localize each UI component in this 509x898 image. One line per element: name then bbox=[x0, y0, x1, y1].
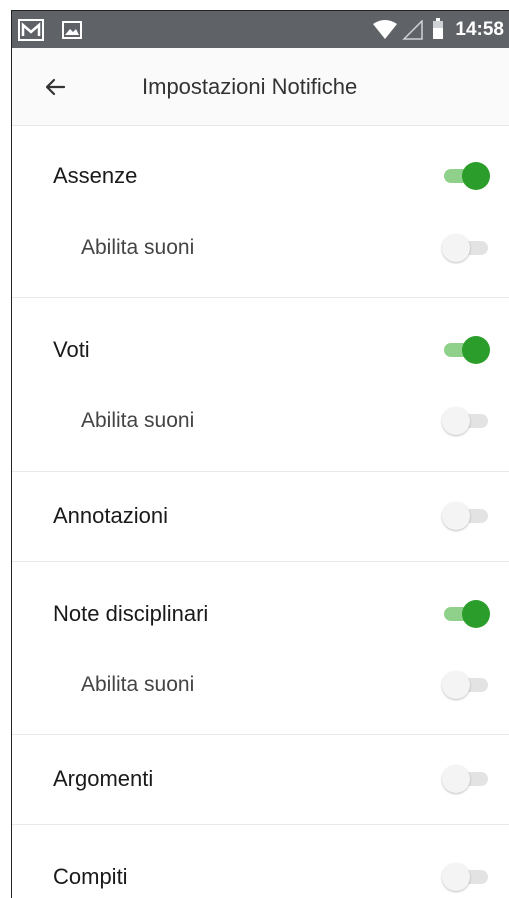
section-note-disciplinari: Note disciplinari Abilita suoni bbox=[12, 562, 509, 735]
toggle-knob bbox=[442, 765, 470, 793]
wifi-icon bbox=[372, 20, 398, 45]
image-icon bbox=[62, 21, 82, 44]
toggle-knob bbox=[442, 407, 470, 435]
setting-row-note-disciplinari-suoni: Abilita suoni bbox=[12, 649, 509, 721]
setting-row-compiti: Compiti bbox=[12, 841, 509, 898]
section-argomenti: Argomenti bbox=[12, 735, 509, 825]
setting-label: Note disciplinari bbox=[53, 601, 209, 626]
toggle-argomenti[interactable] bbox=[442, 763, 490, 795]
toggle-assenze[interactable] bbox=[442, 160, 490, 192]
toggle-voti[interactable] bbox=[442, 334, 490, 366]
setting-label: Abilita suoni bbox=[81, 409, 195, 432]
toggle-knob bbox=[442, 502, 470, 530]
toggle-knob bbox=[462, 600, 490, 628]
setting-row-voti: Voti bbox=[12, 314, 509, 386]
section-compiti: Compiti bbox=[12, 825, 509, 898]
setting-label: Annotazioni bbox=[53, 503, 168, 528]
settings-list: Assenze Abilita suoni Voti Abilita suoni… bbox=[12, 126, 509, 898]
setting-label: Voti bbox=[53, 337, 90, 362]
signal-icon bbox=[402, 19, 424, 45]
setting-row-argomenti: Argomenti bbox=[12, 743, 509, 815]
setting-row-note-disciplinari: Note disciplinari bbox=[12, 578, 509, 650]
toggle-knob bbox=[462, 336, 490, 364]
toggle-knob bbox=[442, 863, 470, 891]
toggle-assenze-suoni[interactable] bbox=[442, 232, 490, 264]
toggle-annotazioni[interactable] bbox=[442, 500, 490, 532]
toggle-knob bbox=[462, 162, 490, 190]
toggle-compiti[interactable] bbox=[442, 861, 490, 893]
setting-label: Abilita suoni bbox=[81, 673, 195, 696]
arrow-left-icon[interactable] bbox=[40, 72, 70, 102]
battery-icon bbox=[432, 18, 444, 45]
toggle-note-disciplinari-suoni[interactable] bbox=[442, 669, 490, 701]
setting-row-assenze: Assenze bbox=[12, 140, 509, 212]
setting-row-voti-suoni: Abilita suoni bbox=[12, 385, 509, 457]
page-title: Impostazioni Notifiche bbox=[142, 74, 358, 99]
toggle-voti-suoni[interactable] bbox=[442, 405, 490, 437]
toggle-knob bbox=[442, 234, 470, 262]
setting-label: Assenze bbox=[53, 163, 138, 188]
setting-label: Argomenti bbox=[53, 766, 154, 791]
toggle-note-disciplinari[interactable] bbox=[442, 598, 490, 630]
toggle-knob bbox=[442, 671, 470, 699]
status-bar: 14:58 bbox=[12, 11, 509, 48]
setting-label: Compiti bbox=[53, 864, 128, 889]
setting-row-annotazioni: Annotazioni bbox=[12, 480, 509, 552]
phone-screen: 14:58 Impostazioni Notifiche Assenze Abi… bbox=[11, 11, 509, 898]
gmail-icon bbox=[18, 19, 44, 46]
setting-row-assenze-suoni: Abilita suoni bbox=[12, 212, 509, 284]
setting-label: Abilita suoni bbox=[81, 236, 195, 259]
app-bar: Impostazioni Notifiche bbox=[12, 48, 509, 126]
status-time: 14:58 bbox=[455, 19, 504, 40]
section-annotazioni: Annotazioni bbox=[12, 472, 509, 562]
section-voti: Voti Abilita suoni bbox=[12, 298, 509, 472]
section-assenze: Assenze Abilita suoni bbox=[12, 126, 509, 298]
